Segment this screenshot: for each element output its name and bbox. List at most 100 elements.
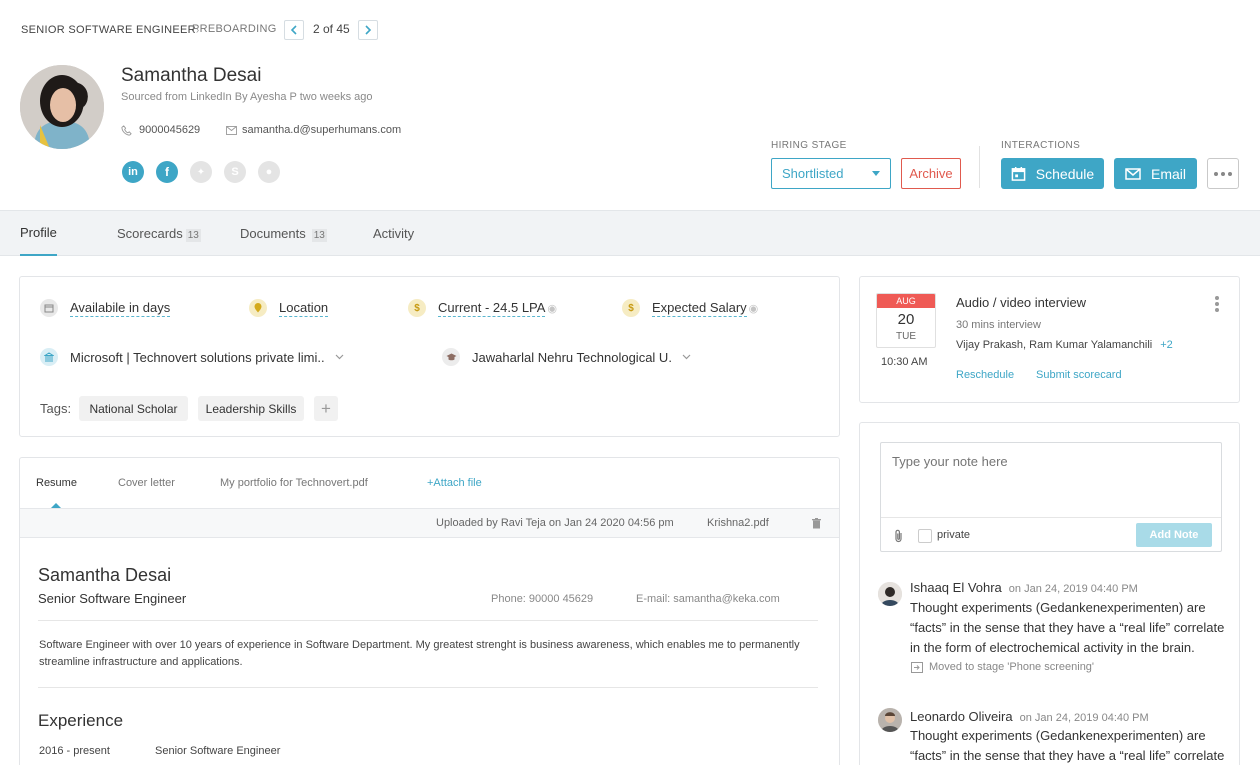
interview-title: Audio / video interview: [956, 295, 1087, 310]
resume-phone: Phone: 90000 45629: [491, 593, 594, 605]
reschedule-link[interactable]: Reschedule: [956, 369, 1014, 381]
tab-profile-label: Profile: [20, 225, 57, 240]
paperclip-icon[interactable]: [894, 529, 904, 543]
tag-chip[interactable]: Leadership Skills: [198, 396, 304, 421]
date-day: 20: [897, 311, 915, 328]
experience-role: Senior Software Engineer: [155, 745, 281, 757]
building-icon: [40, 348, 58, 366]
breadcrumb-job[interactable]: SENIOR SOFTWARE ENGINEER: [21, 24, 196, 36]
eye-icon[interactable]: ◉: [547, 302, 557, 315]
hiring-stage-value: Shortlisted: [782, 166, 844, 181]
experience-period: 2016 - present: [39, 745, 110, 757]
note-toolbar: private Add Note: [881, 517, 1221, 551]
date-weekday: TUE: [896, 331, 916, 342]
interview-time: 10:30 AM: [881, 356, 928, 368]
tab-activity[interactable]: Activity: [373, 211, 414, 256]
college-field[interactable]: Jawaharlal Nehru Technological U.: [442, 348, 691, 366]
add-note-label: Add Note: [1149, 529, 1199, 541]
comment-date: on Jan 24, 2019 04:40 PM: [1019, 712, 1149, 724]
mail-icon: [226, 125, 237, 135]
phone-icon: [121, 124, 132, 136]
doc-tab-resume[interactable]: Resume: [36, 458, 77, 508]
tab-documents[interactable]: Documents 13: [240, 211, 327, 256]
doc-tab-resume-label: Resume: [36, 477, 77, 489]
tab-profile[interactable]: Profile: [20, 211, 57, 256]
current-salary-text: Current - 24.5 LPA: [438, 299, 546, 317]
tags-label: Tags:: [40, 401, 72, 416]
caret-down-icon: [872, 171, 880, 176]
chevron-down-icon: [682, 354, 691, 360]
facebook-icon[interactable]: f: [156, 161, 178, 183]
location-field[interactable]: Location: [249, 299, 329, 317]
linkedin-icon[interactable]: in: [122, 161, 144, 183]
interactions-label: INTERACTIONS: [1001, 140, 1081, 151]
divider: [38, 620, 818, 621]
mail-icon: [1125, 167, 1141, 180]
notes-card: private Add Note Ishaaq El Vohra on Jan …: [859, 422, 1240, 765]
coin-icon: $: [408, 299, 426, 317]
resume-title: Senior Software Engineer: [38, 591, 187, 606]
experience-heading: Experience: [38, 711, 124, 730]
add-tag-button[interactable]: +: [314, 396, 338, 421]
tab-scorecards[interactable]: Scorecards 13: [117, 211, 201, 256]
schedule-button[interactable]: Schedule: [1001, 158, 1104, 189]
more-actions-button[interactable]: [1207, 158, 1239, 189]
comment-author: Leonardo Oliveira: [910, 709, 1013, 724]
private-label: private: [937, 529, 971, 541]
availability-text: Availabile in days: [70, 299, 171, 317]
add-note-button[interactable]: Add Note: [1136, 523, 1212, 547]
comment-text: Thought experiments (Gedankenexperimente…: [910, 600, 1225, 655]
company-field[interactable]: Microsoft | Technovert solutions private…: [40, 348, 344, 366]
avatar: [20, 65, 104, 149]
chevron-left-icon: [290, 25, 297, 35]
kebab-menu-icon[interactable]: [1215, 296, 1219, 312]
comment-header: Ishaaq El Vohra on Jan 24, 2019 04:40 PM: [910, 580, 1138, 595]
hiring-stage-select[interactable]: Shortlisted: [771, 158, 891, 189]
doc-tab-portfolio[interactable]: My portfolio for Technovert.pdf: [220, 458, 368, 508]
candidate-source: Sourced from LinkedIn By Ayesha P two we…: [121, 91, 373, 103]
comment-header: Leonardo Oliveira on Jan 24, 2019 04:40 …: [910, 709, 1149, 724]
more-interviewers-link[interactable]: +2: [1160, 339, 1173, 351]
tag-chip[interactable]: National Scholar: [79, 396, 188, 421]
divider: [38, 687, 818, 688]
chevron-down-icon: [335, 354, 344, 360]
availability-field[interactable]: Availabile in days: [40, 299, 171, 317]
resume-email: E-mail: samantha@keka.com: [636, 593, 780, 605]
tab-activity-label: Activity: [373, 226, 415, 241]
tab-documents-label: Documents: [240, 226, 306, 241]
private-checkbox[interactable]: [918, 529, 932, 543]
trash-icon[interactable]: [812, 518, 821, 529]
skype-icon[interactable]: S: [224, 161, 246, 183]
note-editor: private Add Note: [880, 442, 1222, 552]
email-button[interactable]: Email: [1114, 158, 1197, 189]
current-salary-field[interactable]: $ Current - 24.5 LPA ◉: [408, 299, 557, 317]
doc-tab-cover-letter[interactable]: Cover letter: [118, 458, 175, 508]
expected-salary-field[interactable]: $ Expected Salary ◉: [622, 299, 758, 317]
pager-text: 2 of 45: [313, 22, 350, 36]
archive-button[interactable]: Archive: [901, 158, 961, 189]
attach-file-link[interactable]: +Attach file: [427, 458, 482, 508]
calendar-icon: [40, 299, 58, 317]
prev-button[interactable]: [284, 20, 304, 40]
note-input[interactable]: [881, 443, 1221, 517]
next-button[interactable]: [358, 20, 378, 40]
scorecards-count-badge: 13: [185, 228, 201, 242]
coin-icon: $: [622, 299, 640, 317]
phone-number: 9000045629: [139, 124, 201, 136]
github-icon[interactable]: ●: [258, 161, 280, 183]
phone-contact[interactable]: 9000045629: [121, 124, 200, 136]
submit-scorecard-link[interactable]: Submit scorecard: [1036, 369, 1122, 381]
eye-icon[interactable]: ◉: [749, 302, 759, 315]
resume-name: Samantha Desai: [38, 565, 172, 585]
email-address: samantha.d@superhumans.com: [242, 124, 402, 136]
twitter-icon[interactable]: ✦: [190, 161, 212, 183]
hiring-stage-label: HIRING STAGE: [771, 140, 847, 151]
breadcrumb-stage[interactable]: PREBOARDING: [192, 23, 277, 35]
email-contact[interactable]: samantha.d@superhumans.com: [226, 124, 401, 136]
interview-card: AUG 20 TUE 10:30 AM Audio / video interv…: [859, 276, 1240, 403]
comment-author: Ishaaq El Vohra: [910, 580, 1002, 595]
documents-card: Resume Cover letter My portfolio for Tec…: [19, 457, 840, 765]
expected-salary-text: Expected Salary: [652, 299, 747, 317]
stage-change-text: Moved to stage 'Phone screening': [929, 661, 1095, 673]
file-name[interactable]: Krishna2.pdf: [707, 517, 769, 529]
